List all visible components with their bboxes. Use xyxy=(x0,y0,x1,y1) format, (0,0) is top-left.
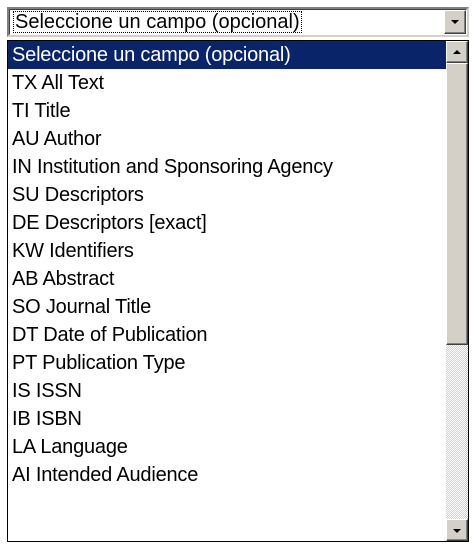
option-intended-audience[interactable]: AI Intended Audience xyxy=(8,461,446,489)
option-author[interactable]: AU Author xyxy=(8,125,446,153)
arrow-down-icon xyxy=(453,529,461,533)
chevron-down-icon xyxy=(451,20,459,24)
option-descriptors-exact[interactable]: DE Descriptors [exact] xyxy=(8,209,446,237)
field-select-value: Seleccione un campo (opcional) xyxy=(13,11,302,33)
scroll-up-button[interactable] xyxy=(446,41,468,63)
option-language[interactable]: LA Language xyxy=(8,433,446,461)
arrow-up-icon xyxy=(453,50,461,54)
option-journal-title[interactable]: SO Journal Title xyxy=(8,293,446,321)
option-date-of-publication[interactable]: DT Date of Publication xyxy=(8,321,446,349)
vertical-scrollbar[interactable] xyxy=(446,41,468,541)
option-abstract[interactable]: AB Abstract xyxy=(8,265,446,293)
scroll-down-button[interactable] xyxy=(446,519,468,541)
field-select-dropdown-button[interactable] xyxy=(444,10,466,34)
option-descriptors[interactable]: SU Descriptors xyxy=(8,181,446,209)
option-isbn[interactable]: IB ISBN xyxy=(8,405,446,433)
option-title[interactable]: TI Title xyxy=(8,97,446,125)
options-list: Seleccione un campo (opcional) TX All Te… xyxy=(8,41,446,489)
option-all-text[interactable]: TX All Text xyxy=(8,69,446,97)
field-select[interactable]: Seleccione un campo (opcional) xyxy=(7,7,469,37)
option-select-field[interactable]: Seleccione un campo (opcional) xyxy=(8,41,446,69)
scrollbar-thumb[interactable] xyxy=(446,63,468,345)
option-identifiers[interactable]: KW Identifiers xyxy=(8,237,446,265)
option-institution[interactable]: IN Institution and Sponsoring Agency xyxy=(8,153,446,181)
field-select-widget: Seleccione un campo (opcional) Seleccion… xyxy=(0,0,473,544)
field-select-dropdown-list: Seleccione un campo (opcional) TX All Te… xyxy=(7,40,469,542)
option-issn[interactable]: IS ISSN xyxy=(8,377,446,405)
option-publication-type[interactable]: PT Publication Type xyxy=(8,349,446,377)
